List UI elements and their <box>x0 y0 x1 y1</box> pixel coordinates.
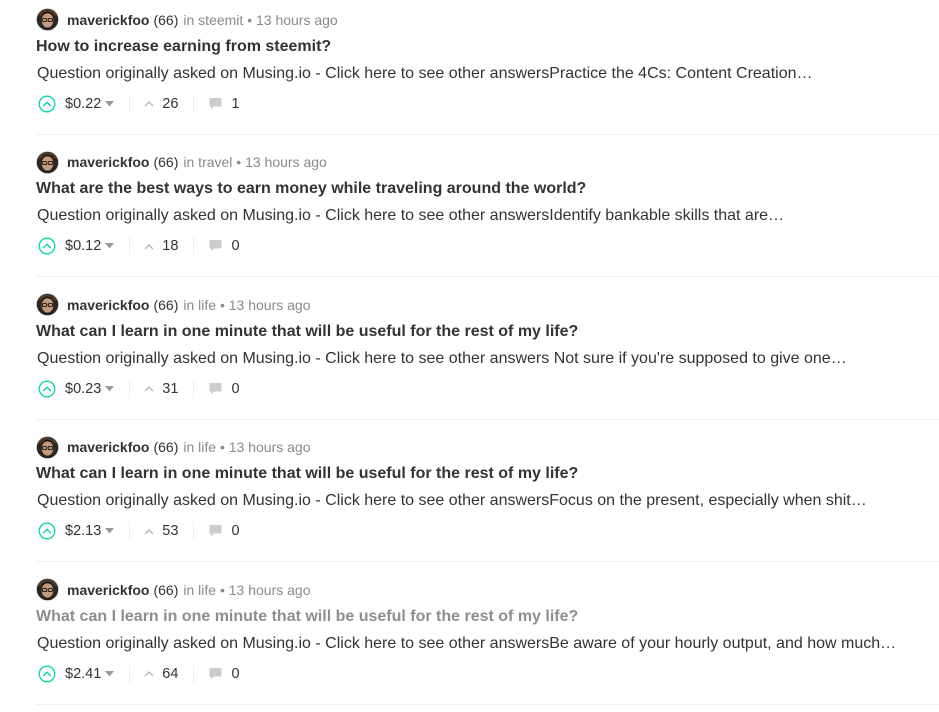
avatar[interactable] <box>36 293 59 316</box>
divider <box>36 703 939 705</box>
post-footer: $0.23 31 0 <box>38 379 240 399</box>
post-excerpt[interactable]: Question originally asked on Musing.io -… <box>37 635 896 653</box>
comment-count[interactable]: 0 <box>231 381 239 397</box>
comment-count[interactable]: 0 <box>231 238 239 254</box>
separator <box>129 664 131 683</box>
separator <box>193 94 195 113</box>
vote-count[interactable]: 18 <box>162 238 178 254</box>
author-name[interactable]: maverickfoo <box>67 439 149 455</box>
vote-count[interactable]: 31 <box>162 381 178 397</box>
post-meta[interactable]: in life • 13 hours ago <box>183 297 310 313</box>
post-footer: $0.12 18 0 <box>38 236 240 256</box>
avatar[interactable] <box>36 578 59 601</box>
chevron-down-icon[interactable] <box>105 528 115 534</box>
post-summary: maverickfoo (66) in travel • 13 hours ag… <box>0 134 939 277</box>
author-reputation: (66) <box>153 154 179 170</box>
separator <box>129 522 131 540</box>
post-title[interactable]: What can I learn in one minute that will… <box>36 608 578 626</box>
comment-icon[interactable] <box>208 97 223 111</box>
vote-count[interactable]: 64 <box>162 666 178 682</box>
author-reputation: (66) <box>153 296 179 313</box>
post-footer: $2.13 53 0 <box>38 521 240 541</box>
comment-count[interactable]: 0 <box>231 523 239 539</box>
separator <box>129 237 131 255</box>
separator <box>193 664 195 683</box>
avatar[interactable] <box>36 150 59 174</box>
post-meta[interactable]: in steemit • 13 hours ago <box>183 12 337 28</box>
post-header: maverickfoo (66) in steemit • 13 hours a… <box>36 8 338 32</box>
chevron-down-icon[interactable] <box>105 385 115 392</box>
post-summary: maverickfoo (66) in life • 13 hours ago … <box>0 562 939 705</box>
post-summary: maverickfoo (66) in life • 13 hours ago … <box>0 419 939 562</box>
comment-count[interactable]: 0 <box>231 666 239 682</box>
post-meta[interactable]: in travel • 13 hours ago <box>183 154 326 170</box>
post-footer: $0.22 26 1 <box>38 94 240 114</box>
author-name[interactable]: maverickfoo <box>67 154 149 170</box>
chevron-up-icon <box>144 101 154 107</box>
avatar[interactable] <box>36 8 59 31</box>
separator <box>193 237 195 255</box>
post-meta[interactable]: in life • 13 hours ago <box>183 582 310 598</box>
comment-count[interactable]: 1 <box>231 96 239 112</box>
post-summary: maverickfoo (66) in life • 13 hours ago … <box>0 277 939 420</box>
post-footer: $2.41 64 0 <box>38 664 240 684</box>
post-title[interactable]: What can I learn in one minute that will… <box>36 323 578 341</box>
payout-value[interactable]: $0.23 <box>65 381 101 397</box>
comment-icon[interactable] <box>208 667 223 681</box>
author-reputation: (66) <box>153 439 179 455</box>
post-header: maverickfoo (66) in life • 13 hours ago <box>36 293 310 317</box>
separator <box>193 522 195 540</box>
chevron-up-icon <box>144 528 154 534</box>
upvote-icon[interactable] <box>38 237 56 255</box>
chevron-down-icon[interactable] <box>105 100 115 107</box>
post-header: maverickfoo (66) in life • 13 hours ago <box>36 578 310 602</box>
author-name[interactable]: maverickfoo <box>67 582 149 598</box>
separator <box>129 94 131 113</box>
payout-value[interactable]: $2.41 <box>65 666 101 682</box>
payout-value[interactable]: $2.13 <box>65 523 101 539</box>
vote-count[interactable]: 53 <box>162 523 178 539</box>
comment-icon[interactable] <box>208 524 223 538</box>
separator <box>193 379 195 398</box>
post-excerpt[interactable]: Question originally asked on Musing.io -… <box>37 207 784 225</box>
chevron-up-icon <box>144 243 154 249</box>
post-excerpt[interactable]: Question originally asked on Musing.io -… <box>37 492 867 510</box>
post-header: maverickfoo (66) in life • 13 hours ago <box>36 435 310 459</box>
chevron-up-icon <box>144 386 154 392</box>
comment-icon[interactable] <box>208 382 223 396</box>
comment-icon[interactable] <box>208 239 223 253</box>
payout-value[interactable]: $0.12 <box>65 238 101 254</box>
upvote-icon[interactable] <box>38 522 56 540</box>
post-excerpt[interactable]: Question originally asked on Musing.io -… <box>37 65 812 83</box>
author-reputation: (66) <box>153 581 179 598</box>
upvote-icon[interactable] <box>38 95 56 113</box>
post-title[interactable]: What can I learn in one minute that will… <box>36 465 578 483</box>
chevron-up-icon <box>144 671 154 677</box>
author-name[interactable]: maverickfoo <box>67 297 149 313</box>
avatar[interactable] <box>36 435 59 459</box>
author-name[interactable]: maverickfoo <box>67 12 149 28</box>
payout-value[interactable]: $0.22 <box>65 96 101 112</box>
post-title[interactable]: What are the best ways to earn money whi… <box>36 180 586 198</box>
upvote-icon[interactable] <box>38 380 56 398</box>
upvote-icon[interactable] <box>38 665 56 683</box>
chevron-down-icon[interactable] <box>105 243 115 249</box>
post-header: maverickfoo (66) in travel • 13 hours ag… <box>36 150 327 174</box>
separator <box>129 379 131 398</box>
post-excerpt[interactable]: Question originally asked on Musing.io -… <box>37 350 847 368</box>
post-summary: maverickfoo (66) in steemit • 13 hours a… <box>0 0 939 135</box>
post-meta[interactable]: in life • 13 hours ago <box>183 439 310 455</box>
author-reputation: (66) <box>153 11 179 28</box>
vote-count[interactable]: 26 <box>162 96 178 112</box>
post-title[interactable]: How to increase earning from steemit? <box>36 38 331 56</box>
chevron-down-icon[interactable] <box>105 670 115 677</box>
